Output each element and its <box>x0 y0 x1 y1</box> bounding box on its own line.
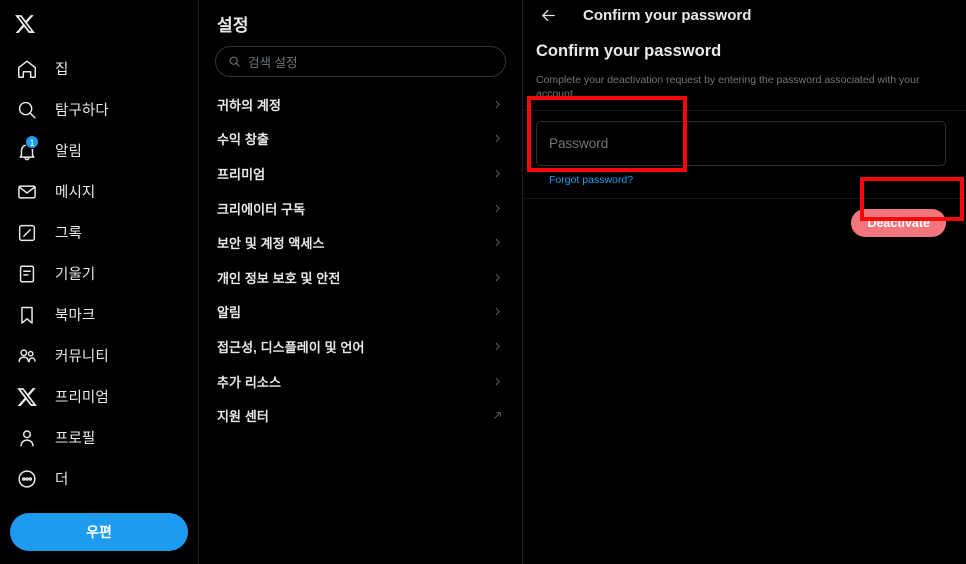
chevron-right-icon <box>492 272 503 283</box>
settings-item-label: 보안 및 계정 액세스 <box>217 236 325 252</box>
app-root: 집 탐구하다 1 알림 메시지 그록 기울기 북마크 커뮤니티 프리미엄 프로필… <box>0 0 966 564</box>
detail-header: Confirm your password <box>523 0 966 30</box>
settings-item-accessibility-display-languages[interactable]: 접근성, 디스플레이 및 언어 <box>199 329 522 364</box>
settings-item-label: 지원 센터 <box>217 409 269 425</box>
chevron-right-icon <box>492 99 503 110</box>
post-button[interactable]: 우편 <box>10 513 188 551</box>
external-link-icon <box>492 410 503 421</box>
back-arrow-icon <box>541 9 555 21</box>
back-button[interactable] <box>535 2 561 28</box>
deactivate-button[interactable]: Deactivate <box>851 209 946 238</box>
list-icon <box>15 262 38 285</box>
sidebar-item-profile[interactable]: 프로필 <box>10 417 198 458</box>
settings-item-premium[interactable]: 프리미엄 <box>199 156 522 191</box>
sidebar-item-label: 탐구하다 <box>55 103 109 119</box>
sidebar-item-label: 프로필 <box>55 431 96 447</box>
notification-badge: 1 <box>25 135 39 149</box>
settings-item-label: 개인 정보 보호 및 안전 <box>217 270 341 286</box>
x-logo[interactable] <box>10 0 198 48</box>
home-icon <box>15 57 38 80</box>
grok-icon <box>15 221 38 244</box>
settings-item-your-account[interactable]: 귀하의 계정 <box>199 87 522 122</box>
detail-description: Complete your deactivation request by en… <box>536 74 920 101</box>
search-icon <box>15 98 38 121</box>
sidebar-item-bookmarks[interactable]: 북마크 <box>10 294 198 335</box>
settings-column: 설정 검색 설정 귀하의 계정 수익 창출 프리미엄 크리에이터 구독 보안 및… <box>199 0 523 564</box>
sidebar-item-label: 더 <box>55 472 69 488</box>
settings-item-security-account-access[interactable]: 보안 및 계정 액세스 <box>199 225 522 260</box>
person-icon <box>15 426 38 449</box>
sidebar-item-label: 기울기 <box>55 267 96 283</box>
confirm-password-panel: Confirm your password Confirm your passw… <box>523 0 966 564</box>
settings-item-label: 접근성, 디스플레이 및 언어 <box>217 339 365 355</box>
sidebar-item-label: 북마크 <box>55 308 96 324</box>
chevron-right-icon <box>492 237 503 248</box>
chevron-right-icon <box>492 203 503 214</box>
settings-item-label: 프리미엄 <box>217 166 266 182</box>
settings-item-label: 귀하의 계정 <box>217 97 282 113</box>
password-input[interactable]: Password <box>536 121 946 167</box>
settings-search-wrap: 검색 설정 <box>199 46 522 87</box>
settings-item-privacy-safety[interactable]: 개인 정보 보호 및 안전 <box>199 260 522 295</box>
search-placeholder: 검색 설정 <box>248 56 298 70</box>
settings-item-label: 수익 창출 <box>217 132 269 148</box>
sidebar-item-premium[interactable]: 프리미엄 <box>10 376 198 417</box>
detail-heading: Confirm your password <box>536 42 722 60</box>
x-premium-icon <box>15 385 38 408</box>
password-placeholder: Password <box>549 136 609 152</box>
sidebar-item-more[interactable]: 더 <box>10 458 198 499</box>
left-navigation: 집 탐구하다 1 알림 메시지 그록 기울기 북마크 커뮤니티 프리미엄 프로필… <box>0 0 199 564</box>
sidebar-item-home[interactable]: 집 <box>10 48 198 89</box>
action-row: Deactivate <box>523 199 966 238</box>
sidebar-item-lists[interactable]: 기울기 <box>10 253 198 294</box>
settings-item-help-center[interactable]: 지원 센터 <box>199 398 522 433</box>
sidebar-item-messages[interactable]: 메시지 <box>10 171 198 212</box>
settings-item-creator-subscriptions[interactable]: 크리에이터 구독 <box>199 191 522 226</box>
bookmark-icon <box>15 303 38 326</box>
detail-header-title: Confirm your password <box>583 6 752 24</box>
sidebar-item-communities[interactable]: 커뮤니티 <box>10 335 198 376</box>
sidebar-item-explore[interactable]: 탐구하다 <box>10 89 198 130</box>
chevron-right-icon <box>492 341 503 352</box>
settings-item-additional-resources[interactable]: 추가 리소스 <box>199 364 522 399</box>
settings-item-monetization[interactable]: 수익 창출 <box>199 122 522 157</box>
sidebar-item-label: 집 <box>55 62 69 78</box>
envelope-icon <box>15 180 38 203</box>
sidebar-item-label: 그록 <box>55 226 82 242</box>
sidebar-item-label: 커뮤니티 <box>55 349 109 365</box>
chevron-right-icon <box>492 306 503 317</box>
sidebar-item-notifications[interactable]: 1 알림 <box>10 130 198 171</box>
sidebar-item-label: 메시지 <box>55 185 96 201</box>
search-icon <box>229 56 240 67</box>
settings-item-label: 추가 리소스 <box>217 374 282 390</box>
chevron-right-icon <box>492 168 503 179</box>
sidebar-item-label: 알림 <box>55 144 82 160</box>
search-settings-input[interactable]: 검색 설정 <box>215 46 506 77</box>
password-row: Password Forgot password? <box>523 111 966 188</box>
more-circle-icon <box>15 467 38 490</box>
communities-icon <box>15 344 38 367</box>
sidebar-item-grok[interactable]: 그록 <box>10 212 198 253</box>
settings-item-notifications[interactable]: 알림 <box>199 295 522 330</box>
sidebar-item-label: 프리미엄 <box>55 390 109 406</box>
settings-item-label: 알림 <box>217 305 242 321</box>
chevron-right-icon <box>492 133 503 144</box>
x-logo-icon <box>15 15 35 33</box>
settings-item-label: 크리에이터 구독 <box>217 201 306 217</box>
page-title: 설정 <box>217 16 249 35</box>
forgot-password-link[interactable]: Forgot password? <box>536 166 633 186</box>
bell-icon: 1 <box>15 135 39 162</box>
chevron-right-icon <box>492 376 503 387</box>
